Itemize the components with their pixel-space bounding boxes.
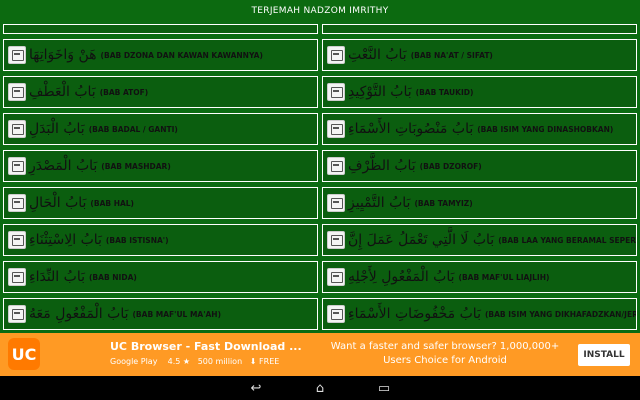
book-icon <box>8 83 26 101</box>
book-icon <box>8 268 26 286</box>
chapter-label: (BAB TAMYIZ) <box>414 198 473 208</box>
chapter-label: (BAB MASHDAR) <box>101 161 171 171</box>
book-icon <box>327 305 345 323</box>
recents-icon[interactable]: ▭ <box>374 380 394 396</box>
chapter-item-left[interactable]: بَابُ الْحَالِ (BAB HAL) <box>3 187 318 219</box>
chapter-item-left[interactable]: بَابُ النِّدَاءِ (BAB NIDA) <box>3 261 318 293</box>
grid-header-right <box>322 24 637 34</box>
chapter-label: (BAB TAUKID) <box>415 87 474 97</box>
install-button[interactable]: INSTALL <box>578 344 630 366</box>
chapter-item-left[interactable]: بَابُ الْعَطْفِ (BAB ATOF) <box>3 76 318 108</box>
chapter-arabic-title: بَابُ الظَّرْفِ <box>348 158 416 174</box>
chapter-row: بَابُ الْبَدَلِ (BAB BADAL / GANTI) بَابُ … <box>3 113 637 145</box>
chapter-arabic-title: بَابُ مَنْصُوبَاتِ الأَسْمَاءِ <box>348 121 474 137</box>
ad-store: Google Play <box>110 357 158 366</box>
chapter-arabic-title: بَابُ الْحَالِ <box>29 195 87 211</box>
chapter-item-right[interactable]: بَابُ مَخْفُوضَاتِ الأَسْمَاءِ (BAB ISIM … <box>322 298 637 330</box>
book-icon <box>8 120 26 138</box>
chapter-arabic-title: بَابُ الْمَفْعُولِ لِأَجْلِهِ <box>348 269 455 285</box>
chapter-row: بَابُ الِاسْتِثْنَاءِ (BAB ISTISNA') بَابُ… <box>3 224 637 256</box>
chapter-item-left[interactable]: بَابُ الِاسْتِثْنَاءِ (BAB ISTISNA') <box>3 224 318 256</box>
book-icon <box>327 268 345 286</box>
chapter-item-left[interactable]: بَابُ الْمَصْدَرِ (BAB MASHDAR) <box>3 150 318 182</box>
chapter-row: بَابُ النِّدَاءِ (BAB NIDA) بَابُ الْمَفْع… <box>3 261 637 293</box>
chapter-grid: هَنْ وَاخَوَاتِهَا (BAB DZONA DAN KAWAN K… <box>3 24 637 333</box>
chapter-label: (BAB NA'AT / SIFAT) <box>410 50 493 60</box>
back-icon[interactable]: ↩ <box>246 380 266 396</box>
chapter-item-left[interactable]: بَابُ الْمَفْعُولِ مَعَهُ (BAB MAF'UL MA'… <box>3 298 318 330</box>
system-nav-bar: ↩ ⌂ ▭ <box>0 376 640 400</box>
chapter-arabic-title: بَابُ الْمَصْدَرِ <box>29 158 98 174</box>
chapter-label: (BAB LAA YANG BERAMAL SEPERTI INNA) <box>498 235 636 245</box>
chapter-arabic-title: بَابُ الْمَفْعُولِ مَعَهُ <box>29 306 129 322</box>
book-icon <box>8 157 26 175</box>
chapter-arabic-title: بَابُ الْعَطْفِ <box>29 84 96 100</box>
book-icon <box>8 231 26 249</box>
book-icon <box>8 305 26 323</box>
chapter-arabic-title: بَابُ النِّدَاءِ <box>29 269 85 285</box>
chapter-item-right[interactable]: بَابُ مَنْصُوبَاتِ الأَسْمَاءِ (BAB ISIM … <box>322 113 637 145</box>
home-icon[interactable]: ⌂ <box>310 380 330 396</box>
chapter-arabic-title: بَابُ التَّمْيِيزِ <box>348 195 411 211</box>
download-icon: ⬇ <box>249 357 257 366</box>
chapter-item-right[interactable]: بَابُ التَّوْكِيدِ (BAB TAUKID) <box>322 76 637 108</box>
chapter-label: (BAB BADAL / GANTI) <box>88 124 178 134</box>
page-title: TERJEMAH NADZOM IMRITHY <box>0 0 640 22</box>
chapter-label: (BAB DZONA DAN KAWAN KAWANNYA) <box>100 50 263 60</box>
chapter-rows: هَنْ وَاخَوَاتِهَا (BAB DZONA DAN KAWAN K… <box>3 39 637 330</box>
ad-downloads: 500 million <box>197 357 243 366</box>
app-screen: TERJEMAH NADZOM IMRITHY هَنْ وَاخَوَاتِه… <box>0 0 640 333</box>
chapter-label: (BAB MAF'UL LIAJLIH) <box>458 272 550 282</box>
chapter-label: (BAB MAF'UL MA'AH) <box>132 309 222 319</box>
chapter-arabic-title: بَابُ لَا الَّتِي تَعْمَلُ عَمَلَ إِنَّ <box>348 232 495 248</box>
grid-header-left <box>3 24 318 34</box>
chapter-label: (BAB ISTISNA') <box>105 235 169 245</box>
ad-meta: Google Play 4.5 ★ 500 million ⬇ FREE <box>110 357 279 366</box>
ad-price: FREE <box>259 357 280 366</box>
chapter-label: (BAB NIDA) <box>89 272 137 282</box>
book-icon <box>327 231 345 249</box>
book-icon <box>327 157 345 175</box>
chapter-arabic-title: بَابُ الْبَدَلِ <box>29 121 85 137</box>
ad-rating: 4.5 ★ <box>167 357 191 366</box>
chapter-row: بَابُ الْمَفْعُولِ مَعَهُ (BAB MAF'UL MA'… <box>3 298 637 330</box>
book-icon <box>327 194 345 212</box>
chapter-arabic-title: بَابُ التَّوْكِيدِ <box>348 84 412 100</box>
chapter-row: بَابُ الْعَطْفِ (BAB ATOF) بَابُ التَّوْكِ… <box>3 76 637 108</box>
uc-browser-icon: UC <box>8 338 40 370</box>
book-icon <box>8 194 26 212</box>
ad-tagline: Want a faster and safer browser? 1,000,0… <box>330 341 560 366</box>
chapter-label: (BAB DZOROF) <box>419 161 482 171</box>
chapter-label: (BAB ISIM YANG DINASHOBKAN) <box>477 124 614 134</box>
chapter-arabic-title: بَابُ الِاسْتِثْنَاءِ <box>29 232 102 248</box>
chapter-item-right[interactable]: بَابُ لَا الَّتِي تَعْمَلُ عَمَلَ إِنَّ(… <box>322 224 637 256</box>
chapter-item-left[interactable]: بَابُ الْبَدَلِ (BAB BADAL / GANTI) <box>3 113 318 145</box>
chapter-item-right[interactable]: بَابُ التَّمْيِيزِ (BAB TAMYIZ) <box>322 187 637 219</box>
book-icon <box>327 83 345 101</box>
chapter-label: (BAB ATOF) <box>99 87 149 97</box>
chapter-arabic-title: هَنْ وَاخَوَاتِهَا <box>29 47 97 63</box>
book-icon <box>8 46 26 64</box>
chapter-item-right[interactable]: بَابُ النَّعْتِ (BAB NA'AT / SIFAT) <box>322 39 637 71</box>
chapter-row: بَابُ الْحَالِ (BAB HAL) بَابُ التَّمْيِيز… <box>3 187 637 219</box>
chapter-row: هَنْ وَاخَوَاتِهَا (BAB DZONA DAN KAWAN K… <box>3 39 637 71</box>
book-icon <box>327 120 345 138</box>
chapter-item-right[interactable]: بَابُ الْمَفْعُولِ لِأَجْلِهِ (BAB MAF'UL… <box>322 261 637 293</box>
chapter-arabic-title: بَابُ النَّعْتِ <box>348 47 407 63</box>
chapter-arabic-title: بَابُ مَخْفُوضَاتِ الأَسْمَاءِ <box>348 306 481 322</box>
chapter-label: (BAB ISIM YANG DIKHAFADZKAN/JERKAN) <box>484 309 636 319</box>
ad-app-name[interactable]: UC Browser - Fast Download ... <box>110 340 302 353</box>
grid-header-row <box>3 24 637 34</box>
ad-banner[interactable]: UC UC Browser - Fast Download ... Google… <box>0 333 640 376</box>
chapter-row: بَابُ الْمَصْدَرِ (BAB MASHDAR) بَابُ الظَ… <box>3 150 637 182</box>
book-icon <box>327 46 345 64</box>
chapter-item-right[interactable]: بَابُ الظَّرْفِ (BAB DZOROF) <box>322 150 637 182</box>
chapter-label: (BAB HAL) <box>90 198 134 208</box>
chapter-item-left[interactable]: هَنْ وَاخَوَاتِهَا (BAB DZONA DAN KAWAN K… <box>3 39 318 71</box>
